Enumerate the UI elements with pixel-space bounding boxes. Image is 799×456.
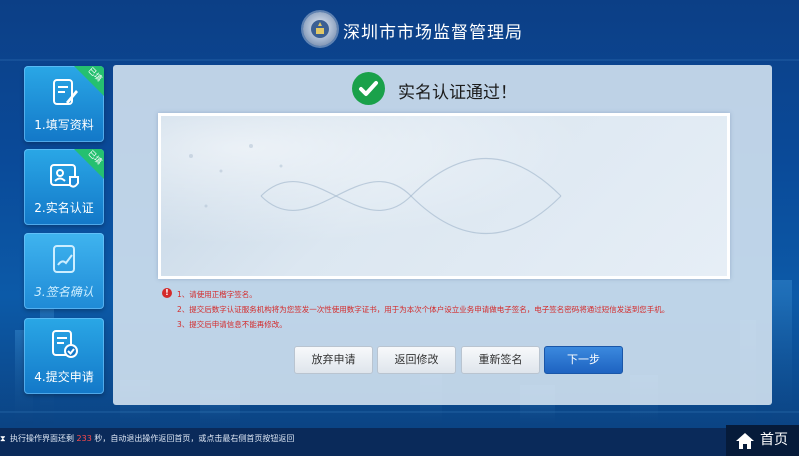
back-modify-button[interactable]: 返回修改 <box>377 346 456 374</box>
success-check-icon <box>352 72 385 105</box>
sidebar-step-label: 4.提交申请 <box>34 370 94 384</box>
next-step-button[interactable]: 下一步 <box>544 346 623 374</box>
done-badge: 已填 <box>74 66 104 96</box>
sidebar-step-fill-info[interactable]: 已填 1.填写资料 <box>24 66 104 142</box>
sidebar-step-label: 3.签名确认 <box>34 285 94 299</box>
countdown-value: 233 <box>76 434 92 443</box>
signature-pad-background <box>161 116 727 276</box>
countdown-suffix: 秒，自动退出操作返回首页，或点击最右侧首页按钮返回 <box>94 434 295 443</box>
hourglass-icon: ⧗ <box>0 434 6 443</box>
resign-button[interactable]: 重新签名 <box>461 346 540 374</box>
sidebar-step-label: 2.实名认证 <box>34 201 94 215</box>
home-label: 首页 <box>760 432 788 448</box>
sidebar-step-real-name-auth[interactable]: 已填 2.实名认证 <box>24 149 104 225</box>
header: 深圳市市场监督管理局 <box>0 0 799 60</box>
notice-item: 1、请使用正楷字签名。 <box>177 290 257 299</box>
done-badge: 已填 <box>74 149 104 179</box>
signature-pad[interactable] <box>158 113 730 279</box>
countdown-prefix: 执行操作界面还剩 <box>10 434 74 443</box>
sidebar-step-submit[interactable]: 4.提交申请 <box>24 318 104 394</box>
home-button[interactable]: 首页 <box>726 425 799 456</box>
sidebar-step-sign-confirm[interactable]: 3.签名确认 <box>24 233 104 309</box>
home-icon <box>736 433 754 449</box>
notice-item: 3、提交后申请信息不能再修改。 <box>177 320 287 329</box>
notice-item: 2、提交后数字认证服务机构将为您签发一次性使用数字证书，用于为本次个体户设立业务… <box>177 305 670 314</box>
government-emblem-icon <box>303 12 337 46</box>
abandon-button[interactable]: 放弃申请 <box>294 346 373 374</box>
tablet-sign-icon <box>53 245 75 273</box>
warning-icon: ! <box>162 288 172 298</box>
document-check-icon <box>52 330 78 358</box>
sidebar-step-label: 1.填写资料 <box>34 118 94 132</box>
countdown-text: ⧗ 执行操作界面还剩 233 秒，自动退出操作返回首页，或点击最右侧首页按钮返回 <box>0 433 294 444</box>
org-title: 深圳市市场监督管理局 <box>343 23 523 43</box>
success-title: 实名认证通过！ <box>398 83 517 103</box>
